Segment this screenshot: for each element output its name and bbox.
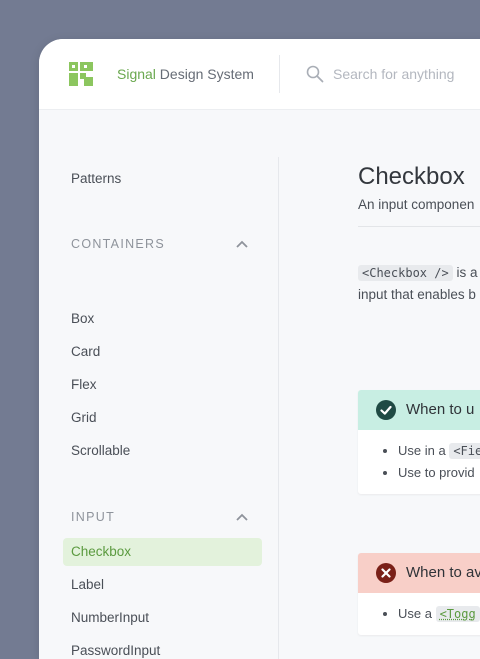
intro-text: input that enables b	[358, 287, 476, 302]
sidebar-item-box[interactable]: Box	[63, 305, 262, 333]
sidebar-item-numberinput[interactable]: NumberInput	[63, 604, 262, 632]
chevron-up-icon[interactable]	[235, 512, 249, 522]
check-circle-icon	[376, 400, 396, 420]
list-item: Use in a <Fie	[398, 440, 480, 462]
inline-code: <Fie	[449, 443, 480, 459]
signal-logo-icon[interactable]	[69, 62, 93, 86]
page-title: Checkbox	[358, 163, 465, 191]
intro-paragraph: <Checkbox /> is a input that enables b	[358, 262, 480, 306]
card-heading: When to av	[406, 564, 480, 581]
title-divider	[358, 226, 480, 227]
list-item-text: Use in a	[398, 443, 449, 458]
intro-text: is a	[453, 265, 478, 280]
when-to-avoid-card: When to av Use a <Togg	[358, 553, 480, 635]
sidebar-item-passwordinput[interactable]: PasswordInput	[63, 637, 262, 659]
brand-accent: Signal	[117, 66, 156, 82]
header-divider	[279, 55, 280, 93]
list-item: Use a <Togg	[398, 603, 480, 625]
card-list: Use a <Togg	[358, 593, 480, 635]
section-title-input[interactable]: INPUT	[71, 510, 115, 524]
when-to-use-card: When to u Use in a <Fie Use to provid	[358, 390, 480, 494]
sidebar-item-scrollable[interactable]: Scrollable	[63, 437, 262, 465]
brand-title[interactable]: Signal Design System	[117, 66, 254, 82]
page-subtitle: An input componen	[358, 197, 474, 212]
list-item-text: Use to provid	[398, 465, 475, 480]
sidebar-item-flex[interactable]: Flex	[63, 371, 262, 399]
brand-rest: Design System	[156, 66, 254, 82]
list-item: Use to provid	[398, 462, 480, 484]
card-header: When to av	[358, 553, 480, 593]
inline-code-link[interactable]: <Togg	[436, 606, 480, 622]
search-input[interactable]	[333, 64, 480, 84]
sidebar-item-patterns[interactable]: Patterns	[63, 165, 262, 193]
search-icon	[306, 65, 324, 83]
inline-code: <Checkbox />	[358, 265, 453, 281]
sidebar-item-checkbox[interactable]: Checkbox	[63, 538, 262, 566]
top-bar: Signal Design System	[39, 39, 480, 110]
list-item-text: Use a	[398, 606, 436, 621]
section-title-containers[interactable]: CONTAINERS	[71, 237, 165, 251]
card-header: When to u	[358, 390, 480, 430]
sidebar: Patterns CONTAINERS Box Card Flex Grid S…	[39, 110, 278, 659]
main-content: Checkbox An input componen <Checkbox /> …	[279, 110, 480, 659]
x-circle-icon	[376, 563, 396, 583]
chevron-up-icon[interactable]	[235, 239, 249, 249]
sidebar-item-card[interactable]: Card	[63, 338, 262, 366]
card-list: Use in a <Fie Use to provid	[358, 430, 480, 494]
app-window: Signal Design System Patterns CONTAINERS…	[39, 39, 480, 659]
sidebar-item-grid[interactable]: Grid	[63, 404, 262, 432]
card-heading: When to u	[406, 401, 474, 418]
sidebar-item-label[interactable]: Label	[63, 571, 262, 599]
